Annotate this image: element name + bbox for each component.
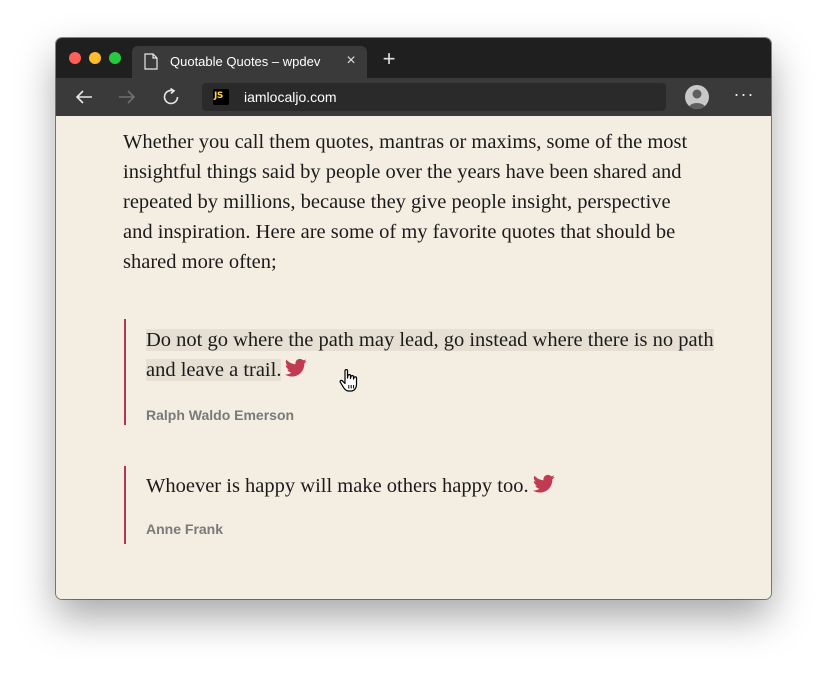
- back-arrow-icon[interactable]: [73, 86, 95, 108]
- person-icon: [688, 89, 706, 109]
- tab-title: Quotable Quotes – wpdev: [170, 54, 321, 69]
- tab-active[interactable]: Quotable Quotes – wpdev ×: [132, 46, 367, 78]
- new-tab-button[interactable]: +: [379, 48, 399, 70]
- quote-text: Whoever is happy will make others happy …: [146, 475, 529, 497]
- maximize-window-button[interactable]: [109, 52, 121, 64]
- profile-avatar-icon[interactable]: [685, 85, 709, 109]
- address-bar[interactable]: JS iamlocaljo.com: [202, 83, 666, 111]
- browser-toolbar: JS iamlocaljo.com ···: [56, 78, 771, 116]
- quote-text: Do not go where the path may lead, go in…: [146, 329, 714, 381]
- tab-bar: Quotable Quotes – wpdev × +: [56, 38, 771, 78]
- quote-author: Anne Frank: [146, 521, 224, 537]
- quote-author: Ralph Waldo Emerson: [146, 407, 295, 423]
- more-menu-icon[interactable]: ···: [732, 83, 756, 107]
- document-icon: [144, 53, 158, 70]
- tab-close-icon[interactable]: ×: [341, 51, 361, 71]
- quote-text-wrapper: Whoever is happy will make others happy …: [146, 471, 716, 501]
- reload-icon[interactable]: [160, 86, 182, 108]
- page-content: Whether you call them quotes, mantras or…: [56, 116, 771, 599]
- close-window-button[interactable]: [69, 52, 81, 64]
- minimize-window-button[interactable]: [89, 52, 101, 64]
- quote-block: Do not go where the path may lead, go in…: [124, 319, 716, 425]
- twitter-icon[interactable]: [532, 474, 555, 494]
- url-text[interactable]: iamlocaljo.com: [244, 89, 337, 105]
- quote-text-wrapper: Do not go where the path may lead, go in…: [146, 325, 716, 385]
- favicon-text: JS: [214, 91, 223, 101]
- site-favicon-icon: JS: [213, 89, 229, 105]
- intro-paragraph: Whether you call them quotes, mantras or…: [123, 131, 688, 273]
- twitter-icon[interactable]: [285, 358, 308, 378]
- browser-window: Quotable Quotes – wpdev × + JS iamlocalj…: [56, 38, 771, 599]
- quote-block: Whoever is happy will make others happy …: [124, 466, 716, 544]
- hand-pointer-cursor-icon: [339, 369, 358, 392]
- forward-arrow-icon[interactable]: [116, 86, 138, 108]
